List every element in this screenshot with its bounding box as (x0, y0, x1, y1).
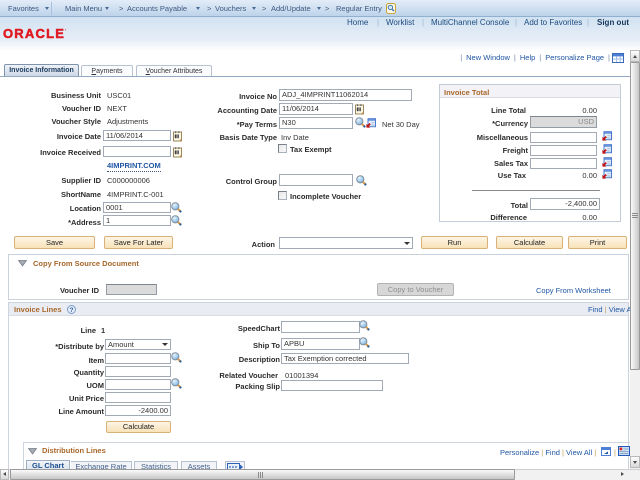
svg-text:?: ? (70, 307, 74, 314)
